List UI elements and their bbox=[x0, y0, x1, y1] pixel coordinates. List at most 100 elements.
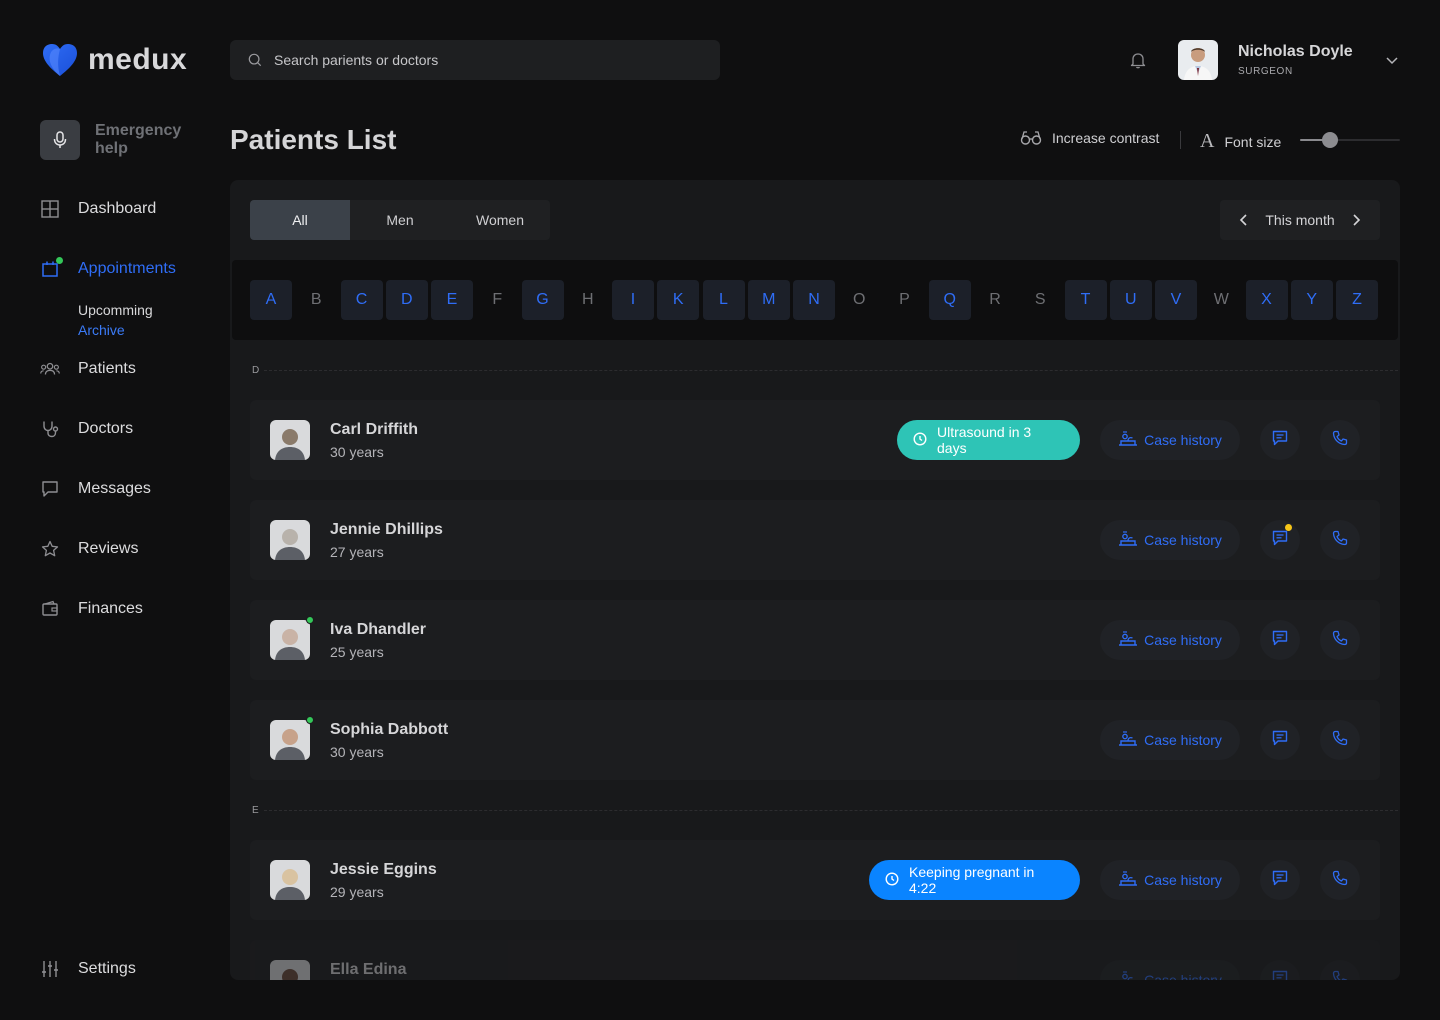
appointment-badge[interactable]: Ultrasound in 3 days bbox=[897, 420, 1080, 460]
letter-p[interactable]: P bbox=[884, 280, 926, 320]
letter-e[interactable]: E bbox=[431, 280, 473, 320]
phone-icon bbox=[1332, 730, 1348, 751]
bell-icon[interactable] bbox=[1128, 50, 1148, 70]
letter-s[interactable]: S bbox=[1019, 280, 1061, 320]
slider-knob[interactable] bbox=[1322, 132, 1338, 148]
letter-y[interactable]: Y bbox=[1290, 280, 1333, 320]
tab-all[interactable]: All bbox=[250, 200, 350, 240]
badge-text: Keeping pregnant in 4:22 bbox=[909, 864, 1035, 896]
phone-icon bbox=[1332, 630, 1348, 651]
nav-reviews[interactable]: Reviews bbox=[40, 539, 138, 559]
call-button[interactable] bbox=[1320, 520, 1360, 560]
letter-x[interactable]: X bbox=[1245, 280, 1288, 320]
chat-icon bbox=[1272, 730, 1288, 751]
letter-i[interactable]: I bbox=[612, 280, 654, 320]
message-button[interactable] bbox=[1260, 860, 1300, 900]
patient-row[interactable]: Ella Edina Case history bbox=[250, 940, 1380, 980]
case-history-button[interactable]: Case history bbox=[1100, 520, 1240, 560]
letter-b[interactable]: B bbox=[295, 280, 337, 320]
message-button[interactable] bbox=[1260, 620, 1300, 660]
search-input[interactable] bbox=[274, 52, 674, 68]
case-history-button[interactable]: Case history bbox=[1100, 620, 1240, 660]
call-button[interactable] bbox=[1320, 960, 1360, 980]
patient-name[interactable]: Jessie Eggins bbox=[330, 861, 437, 879]
letter-z[interactable]: Z bbox=[1336, 280, 1378, 320]
app-logo[interactable]: medux bbox=[42, 40, 187, 80]
message-button[interactable] bbox=[1260, 420, 1300, 460]
nav-settings[interactable]: Settings bbox=[40, 959, 136, 979]
letter-d[interactable]: D bbox=[385, 280, 428, 320]
chevron-right-icon[interactable] bbox=[1348, 212, 1364, 228]
patient-name[interactable]: Jennie Dhillips bbox=[330, 521, 443, 539]
divider bbox=[1180, 131, 1181, 149]
nav-messages[interactable]: Messages bbox=[40, 479, 151, 499]
increase-contrast-toggle[interactable]: Increase contrast bbox=[1020, 130, 1159, 146]
nav-settings-label: Settings bbox=[78, 960, 136, 977]
letter-m[interactable]: M bbox=[747, 280, 790, 320]
phone-icon bbox=[1332, 970, 1348, 980]
case-history-button[interactable]: Case history bbox=[1100, 860, 1240, 900]
font-size-label: Font size bbox=[1224, 133, 1282, 150]
letter-r[interactable]: R bbox=[974, 280, 1016, 320]
case-history-button[interactable]: Case history bbox=[1100, 420, 1240, 460]
appointment-badge[interactable]: Keeping pregnant in 4:22 bbox=[869, 860, 1080, 900]
patient-row[interactable]: Sophia Dabbott 30 years Case history bbox=[250, 700, 1380, 780]
subnav-archive[interactable]: Archive bbox=[78, 322, 125, 338]
patient-name[interactable]: Sophia Dabbott bbox=[330, 721, 448, 739]
letter-v[interactable]: V bbox=[1155, 280, 1197, 320]
user-avatar[interactable] bbox=[1178, 40, 1218, 80]
patient-row[interactable]: Jennie Dhillips 27 years Case history bbox=[250, 500, 1380, 580]
gender-filter-tabs: All Men Women bbox=[250, 200, 550, 240]
case-history-button[interactable]: Case history bbox=[1100, 960, 1240, 980]
tab-women[interactable]: Women bbox=[450, 200, 550, 240]
star-icon bbox=[40, 539, 60, 559]
call-button[interactable] bbox=[1320, 860, 1360, 900]
message-button[interactable] bbox=[1260, 720, 1300, 760]
chevron-down-icon[interactable] bbox=[1384, 52, 1400, 68]
call-button[interactable] bbox=[1320, 620, 1360, 660]
letter-w[interactable]: W bbox=[1200, 280, 1242, 320]
patient-name[interactable]: Ella Edina bbox=[330, 961, 406, 979]
patient-name[interactable]: Iva Dhandler bbox=[330, 621, 426, 639]
patient-row[interactable]: Iva Dhandler 25 years Case history bbox=[250, 600, 1380, 680]
emergency-button[interactable] bbox=[40, 120, 80, 160]
nav-dashboard[interactable]: Dashboard bbox=[40, 199, 156, 219]
call-button[interactable] bbox=[1320, 720, 1360, 760]
letter-c[interactable]: C bbox=[340, 280, 383, 320]
tab-men[interactable]: Men bbox=[350, 200, 450, 240]
letter-h[interactable]: H bbox=[567, 280, 609, 320]
heart-logo-icon bbox=[43, 44, 77, 76]
subnav-upcoming[interactable]: Upcomming bbox=[78, 302, 153, 318]
patient-row[interactable]: Carl Driffith 30 years Ultrasound in 3 day… bbox=[250, 400, 1380, 480]
section-divider bbox=[264, 370, 1398, 371]
patient-avatar bbox=[270, 420, 310, 460]
emergency-help[interactable]: Emergency help bbox=[40, 120, 195, 160]
patient-avatar bbox=[270, 520, 310, 560]
letter-a[interactable]: A bbox=[250, 280, 292, 320]
nav-appointments[interactable]: Appointments bbox=[40, 257, 176, 279]
letter-l[interactable]: L bbox=[702, 280, 745, 320]
patient-row[interactable]: Jessie Eggins 29 years Keeping pregnant in… bbox=[250, 840, 1380, 920]
letter-u[interactable]: U bbox=[1109, 280, 1152, 320]
glasses-icon bbox=[1020, 131, 1042, 145]
letter-q[interactable]: Q bbox=[928, 280, 971, 320]
nav-doctors[interactable]: Doctors bbox=[40, 419, 133, 439]
badge-text: Ultrasound in 3 days bbox=[937, 424, 1032, 456]
letter-f[interactable]: F bbox=[476, 280, 518, 320]
stethoscope-icon bbox=[40, 419, 60, 439]
case-history-button[interactable]: Case history bbox=[1100, 720, 1240, 760]
letter-o[interactable]: O bbox=[838, 280, 880, 320]
nav-finances[interactable]: Finances bbox=[40, 599, 143, 619]
call-button[interactable] bbox=[1320, 420, 1360, 460]
letter-g[interactable]: G bbox=[521, 280, 564, 320]
letter-k[interactable]: K bbox=[657, 280, 700, 320]
chevron-left-icon[interactable] bbox=[1236, 212, 1252, 228]
letter-t[interactable]: T bbox=[1064, 280, 1107, 320]
letter-n[interactable]: N bbox=[793, 280, 835, 320]
search-bar[interactable] bbox=[230, 40, 720, 80]
message-button[interactable] bbox=[1260, 520, 1300, 560]
message-button[interactable] bbox=[1260, 960, 1300, 980]
font-size-slider[interactable] bbox=[1300, 131, 1400, 149]
patient-name[interactable]: Carl Driffith bbox=[330, 421, 418, 439]
nav-patients[interactable]: Patients bbox=[40, 359, 136, 379]
